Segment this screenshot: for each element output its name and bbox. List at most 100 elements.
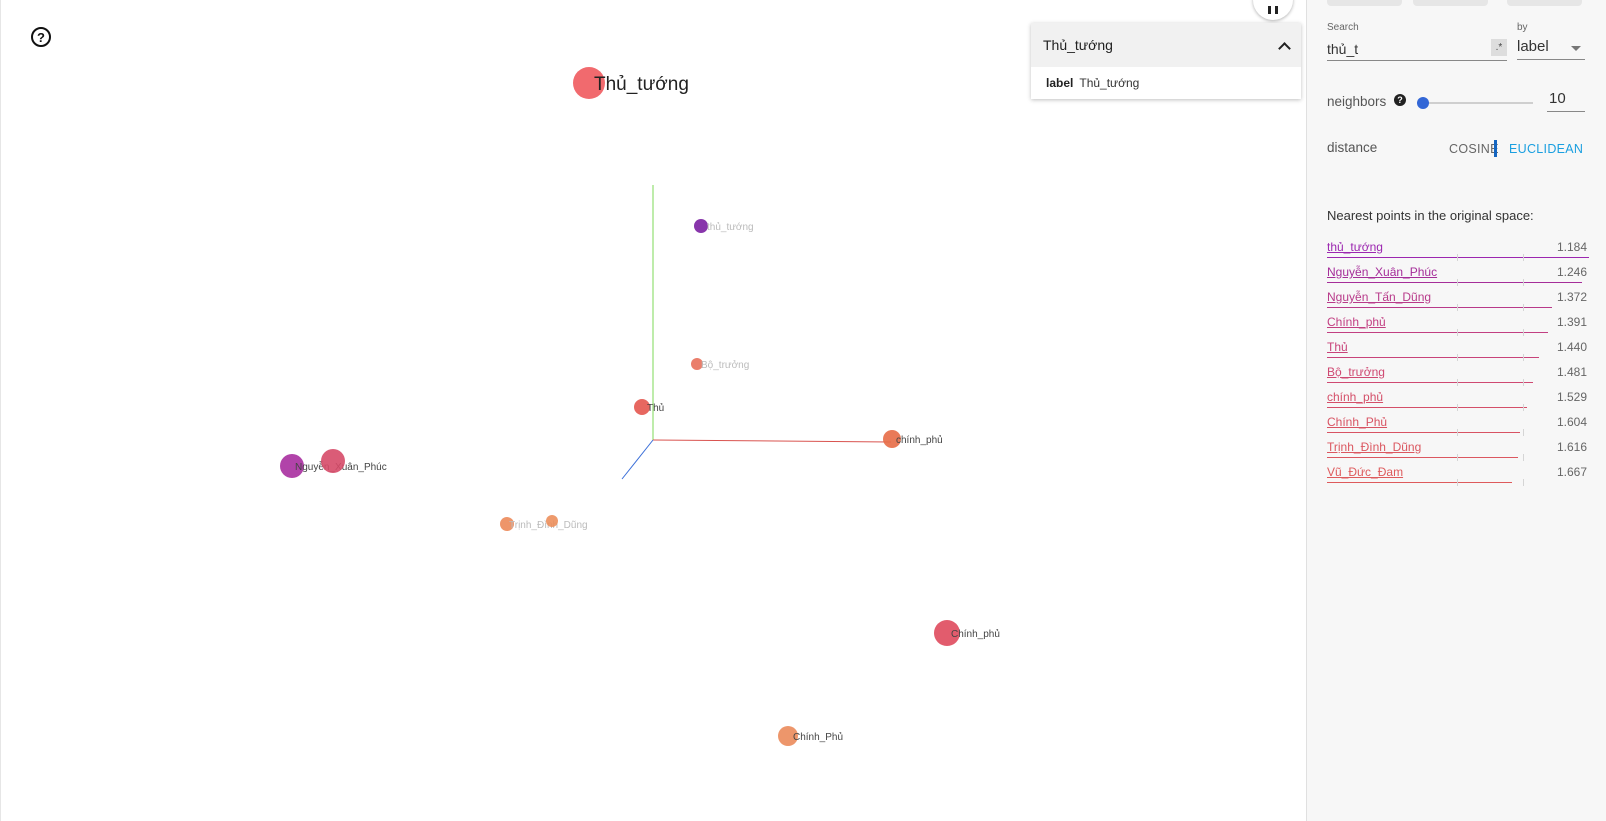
- nearest-point-name[interactable]: thủ_tướng: [1327, 240, 1383, 254]
- nearest-point-distance: 1.529: [1556, 390, 1587, 404]
- distance-tick: [1523, 404, 1524, 411]
- nearest-point-distance: 1.667: [1556, 465, 1587, 479]
- nearest-point-name[interactable]: Chính_Phủ: [1327, 415, 1387, 429]
- point-label-8: Chính_phủ: [951, 628, 1000, 640]
- neighbors-slider-knob[interactable]: [1417, 97, 1429, 109]
- axis-z: [621, 439, 654, 480]
- nearest-point-name[interactable]: Thủ: [1327, 340, 1348, 354]
- distance-tick: [1523, 254, 1524, 261]
- distance-tick: [1523, 279, 1524, 286]
- nearest-point-name[interactable]: Vũ_Đức_Đam: [1327, 465, 1403, 479]
- distance-tick: [1457, 329, 1458, 336]
- nearest-point-row[interactable]: Chính_phủ 1.391: [1327, 312, 1587, 337]
- field-name: label: [1046, 76, 1074, 90]
- distance-tick: [1457, 279, 1458, 286]
- dropdown-caret-icon: [1571, 46, 1581, 51]
- neighbors-input[interactable]: 10: [1547, 90, 1585, 112]
- toolbar-button-3[interactable]: [1507, 0, 1582, 6]
- nearest-point-row[interactable]: Nguyễn_Xuân_Phúc 1.246: [1327, 262, 1587, 287]
- nearest-point-row[interactable]: thủ_tướng 1.184: [1327, 237, 1589, 262]
- distance-bar: [1327, 407, 1527, 408]
- card-title: Thủ_tướng: [1043, 37, 1113, 53]
- chevron-up-icon[interactable]: [1279, 40, 1289, 50]
- projector-canvas[interactable]: ? thủ_tướngBộ_trưởngThủchính_phủNguyễn_X…: [0, 0, 1306, 821]
- point-label-0: thủ_tướng: [707, 221, 754, 233]
- nearest-point-row[interactable]: Vũ_Đức_Đam 1.667: [1327, 462, 1587, 487]
- distance-tick: [1457, 379, 1458, 386]
- distance-cosine-option[interactable]: COSINE: [1449, 142, 1499, 156]
- regex-toggle-button[interactable]: .*: [1491, 39, 1507, 56]
- distance-bar: [1327, 332, 1548, 333]
- nearest-point-row[interactable]: chính_phủ 1.529: [1327, 387, 1587, 412]
- distance-euclidean-option[interactable]: EUCLIDEAN: [1509, 142, 1583, 156]
- distance-tick: [1457, 404, 1458, 411]
- distance-tick: [1523, 329, 1524, 336]
- toolbar-button-2[interactable]: [1413, 0, 1488, 6]
- distance-tick: [1457, 304, 1458, 311]
- nearest-point-row[interactable]: Bộ_trưởng 1.481: [1327, 362, 1587, 387]
- nearest-point-row[interactable]: Thủ 1.440: [1327, 337, 1587, 362]
- axis-x: [652, 439, 892, 443]
- point-7[interactable]: [546, 515, 558, 527]
- nearest-point-name[interactable]: Nguyễn_Tấn_Dũng: [1327, 290, 1431, 304]
- distance-tick: [1523, 454, 1524, 461]
- distance-tick: [1523, 304, 1524, 311]
- nearest-point-name[interactable]: Nguyễn_Xuân_Phúc: [1327, 265, 1437, 279]
- point-label-2: Thủ: [647, 402, 664, 414]
- distance-bar: [1327, 257, 1589, 258]
- help-icon[interactable]: ?: [1394, 94, 1406, 106]
- nearest-point-name[interactable]: Trịnh_Đình_Dũng: [1327, 440, 1421, 454]
- selected-point-card: Thủ_tướng label Thủ_tướng: [1031, 23, 1301, 99]
- card-body: label Thủ_tướng: [1031, 67, 1301, 99]
- point-label-9: Chính_Phủ: [793, 731, 843, 743]
- toolbar-button-1[interactable]: [1327, 0, 1402, 6]
- distance-tick: [1523, 354, 1524, 361]
- distance-tick: [1523, 379, 1524, 386]
- nearest-point-row[interactable]: Trịnh_Đình_Dũng 1.616: [1327, 437, 1587, 462]
- distance-bar: [1327, 432, 1520, 433]
- distance-tick: [1457, 254, 1458, 261]
- distance-bar: [1327, 357, 1539, 358]
- distance-label: distance: [1327, 140, 1378, 155]
- nearest-point-distance: 1.616: [1556, 440, 1587, 454]
- focused-point-label: Thủ_tướng: [594, 74, 689, 95]
- distance-bar: [1327, 307, 1552, 308]
- nearest-point-name[interactable]: Chính_phủ: [1327, 315, 1386, 329]
- distance-tick: [1523, 479, 1524, 486]
- neighbors-slider-track[interactable]: [1423, 102, 1533, 104]
- nearest-point-distance: 1.440: [1556, 340, 1587, 354]
- scatter-plot-3d[interactable]: thủ_tướngBộ_trưởngThủchính_phủNguyễn_Xuâ…: [1, 0, 1301, 821]
- search-by-select[interactable]: label: [1517, 38, 1585, 60]
- search-by-value: label: [1517, 38, 1549, 55]
- search-label: Search: [1327, 22, 1359, 33]
- nearest-point-row[interactable]: Nguyễn_Tấn_Dũng 1.372: [1327, 287, 1587, 312]
- distance-tick: [1523, 429, 1524, 436]
- point-5[interactable]: [321, 449, 345, 473]
- point-label-1: Bộ_trưởng: [701, 359, 749, 371]
- distance-selection-marker: [1494, 140, 1497, 157]
- distance-tick: [1457, 454, 1458, 461]
- search-input[interactable]: [1327, 38, 1507, 61]
- nearest-point-name[interactable]: chính_phủ: [1327, 390, 1383, 404]
- nearest-points-list: thủ_tướng 1.184 Nguyễn_Xuân_Phúc 1.246 Nguyễ…: [1327, 237, 1589, 487]
- nearest-point-distance: 1.604: [1556, 415, 1587, 429]
- nearest-point-distance: 1.246: [1556, 265, 1587, 279]
- point-label-3: chính_phủ: [896, 434, 943, 446]
- distance-bar: [1327, 382, 1533, 383]
- nearest-point-name[interactable]: Bộ_trưởng: [1327, 365, 1385, 379]
- nearest-point-distance: 1.481: [1556, 365, 1587, 379]
- distance-tick: [1457, 429, 1458, 436]
- card-header[interactable]: Thủ_tướng: [1031, 23, 1301, 67]
- inspector-panel: Search .* by label neighbors ? 10 distan…: [1306, 0, 1606, 821]
- distance-tick: [1457, 479, 1458, 486]
- neighbors-label: neighbors: [1327, 94, 1387, 109]
- distance-bar: [1327, 457, 1518, 458]
- point-0[interactable]: [694, 219, 708, 233]
- nearest-points-title: Nearest points in the original space:: [1327, 208, 1534, 223]
- by-label: by: [1517, 22, 1528, 33]
- distance-bar: [1327, 482, 1512, 483]
- nearest-point-distance: 1.372: [1556, 290, 1587, 304]
- field-value: Thủ_tướng: [1079, 76, 1140, 90]
- nearest-point-row[interactable]: Chính_Phủ 1.604: [1327, 412, 1587, 437]
- distance-bar: [1327, 282, 1582, 283]
